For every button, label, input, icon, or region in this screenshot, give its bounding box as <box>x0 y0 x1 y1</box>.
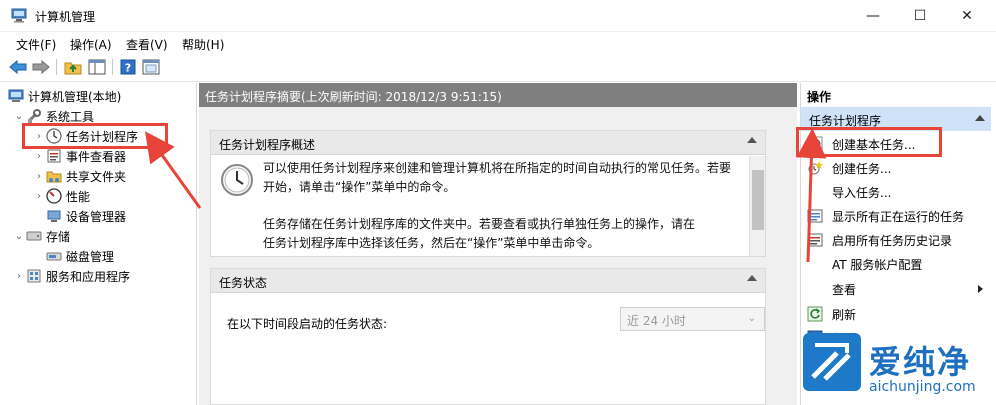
watermark-text: 爱纯净 <box>869 343 972 381</box>
watermark-logo-icon <box>803 333 861 391</box>
watermark-url: aichunjing.com <box>869 379 976 395</box>
red-arrow-to-create-basic-task <box>796 128 827 263</box>
watermark: 爱纯净 aichunjing.com <box>803 333 996 405</box>
red-arrow-to-task-scheduler <box>145 131 202 209</box>
